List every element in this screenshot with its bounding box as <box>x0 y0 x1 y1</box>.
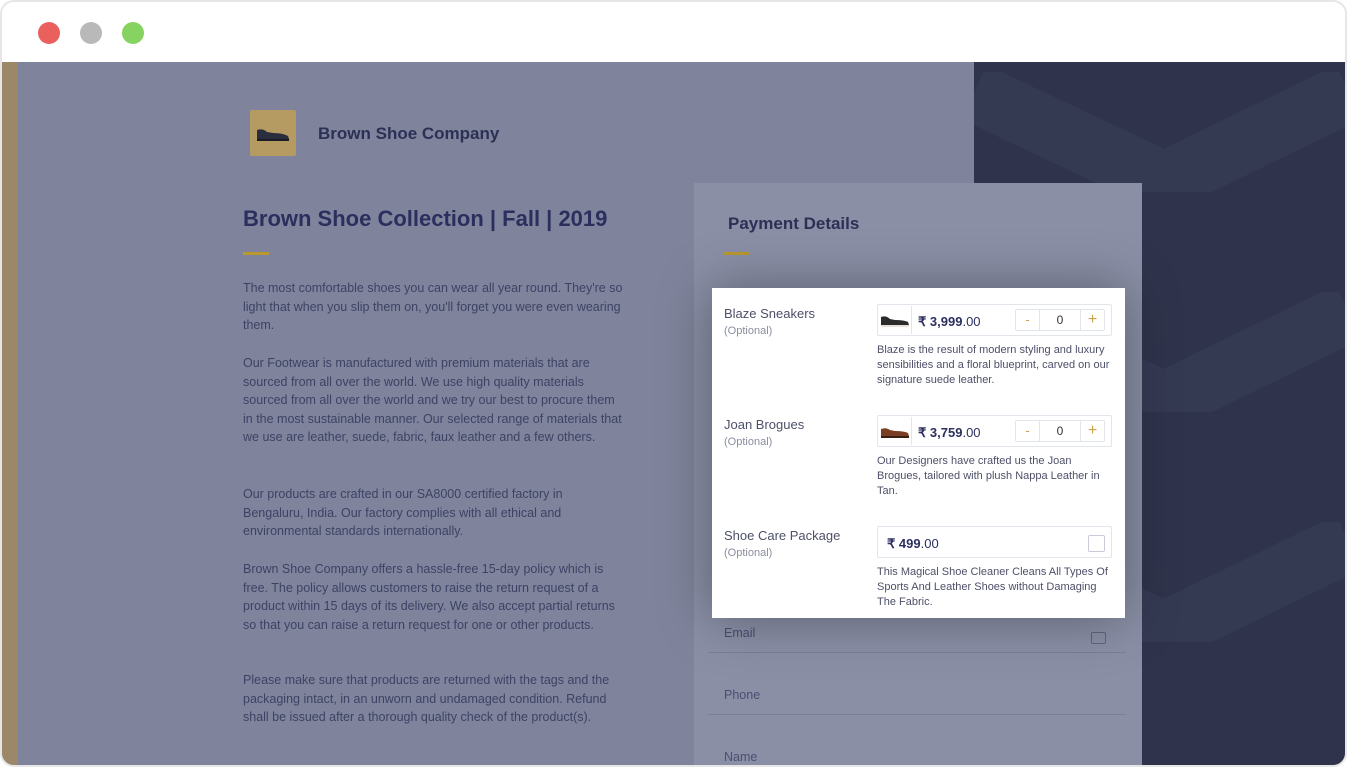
item-name: Shoe Care Package <box>724 528 841 543</box>
description-paragraph: The most comfortable shoes you can wear … <box>243 281 623 333</box>
add-shoe-care-checkbox[interactable] <box>1088 535 1105 552</box>
item-price-box: ₹ 3,999.00 - 0 + <box>877 304 1112 336</box>
chevron-pattern-decoration <box>974 72 1345 192</box>
item-description: This Magical Shoe Cleaner Cleans All Typ… <box>877 566 1108 608</box>
brogue-shoe-icon <box>879 417 912 445</box>
description-paragraph: Please make sure that products are retur… <box>243 673 610 725</box>
browser-window: Brown Shoe Company Brown Shoe Collection… <box>0 0 1347 767</box>
item-optional-label: (Optional) <box>724 325 773 337</box>
payment-accent-divider <box>724 252 750 255</box>
collection-title: Brown Shoe Collection | Fall | 2019 <box>243 206 608 231</box>
item-name: Joan Brogues <box>724 417 805 432</box>
decrease-quantity-button[interactable]: - <box>1016 310 1040 330</box>
phone-field[interactable] <box>708 714 1126 715</box>
quantity-value[interactable]: 0 <box>1040 421 1080 441</box>
description-paragraph: Our products are crafted in our SA8000 c… <box>243 487 563 539</box>
window-titlebar <box>2 2 1345 62</box>
item-price: ₹ 499.00 <box>887 536 939 551</box>
product-selection-popup: Blaze Sneakers (Optional) ₹ 3,999.00 - 0… <box>712 288 1125 618</box>
description-paragraph: Brown Shoe Company offers a hassle-free … <box>243 562 615 632</box>
item-optional-label: (Optional) <box>724 547 773 559</box>
item-price-box: ₹ 499.00 <box>877 526 1112 558</box>
item-price: ₹ 3,999.00 <box>918 314 981 329</box>
item-description: Blaze is the result of modern styling an… <box>877 344 1110 386</box>
close-window-button[interactable] <box>38 22 60 44</box>
maximize-window-button[interactable] <box>122 22 144 44</box>
item-description: Our Designers have crafted us the Joan B… <box>877 455 1100 497</box>
increase-quantity-button[interactable]: + <box>1080 421 1104 441</box>
name-field-label: Name <box>724 750 758 764</box>
item-optional-label: (Optional) <box>724 436 773 448</box>
quantity-value[interactable]: 0 <box>1040 310 1080 330</box>
shoe-logo-icon <box>250 110 296 156</box>
company-name: Brown Shoe Company <box>318 124 500 143</box>
phone-field-label: Phone <box>724 688 761 702</box>
increase-quantity-button[interactable]: + <box>1080 310 1104 330</box>
email-field[interactable] <box>708 652 1126 653</box>
quantity-stepper: - 0 + <box>1015 420 1105 442</box>
item-price: ₹ 3,759.00 <box>918 425 981 440</box>
decrease-quantity-button[interactable]: - <box>1016 421 1040 441</box>
payment-title: Payment Details <box>728 214 860 233</box>
minimize-window-button[interactable] <box>80 22 102 44</box>
description-paragraph: Our Footwear is manufactured with premiu… <box>243 356 622 445</box>
left-edge-strip <box>2 62 18 765</box>
quantity-stepper: - 0 + <box>1015 309 1105 331</box>
contact-card-icon <box>1091 632 1106 644</box>
page-content: Brown Shoe Company Brown Shoe Collection… <box>2 62 1345 765</box>
item-name: Blaze Sneakers <box>724 306 816 321</box>
sneaker-icon <box>879 306 912 334</box>
title-accent-divider <box>243 252 269 255</box>
email-field-label: Email <box>724 626 756 640</box>
item-price-box: ₹ 3,759.00 - 0 + <box>877 415 1112 447</box>
